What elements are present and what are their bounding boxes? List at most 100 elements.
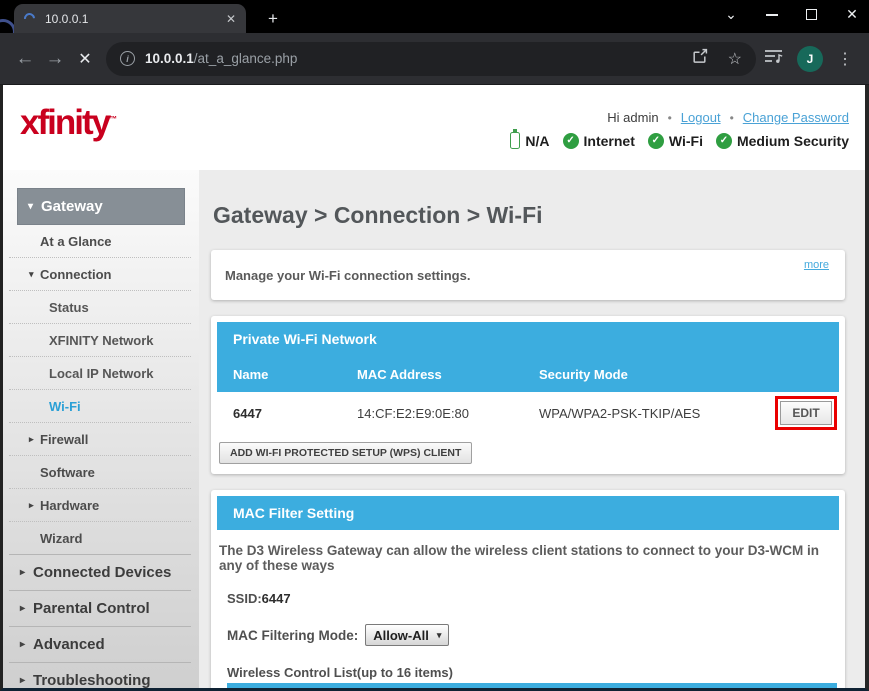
mac-filtering-mode-select[interactable]: Allow-All ▾ (365, 624, 450, 646)
sidebar-item-label: Firewall (40, 431, 89, 447)
private-wifi-title: Private Wi-Fi Network (233, 331, 377, 347)
sidebar-item-hardware[interactable]: ▸ Hardware (9, 489, 191, 522)
security-label: Medium Security (736, 132, 849, 149)
bullet-separator: • (667, 110, 672, 125)
mac-filter-title: MAC Filter Setting (217, 496, 839, 530)
chevron-down-icon: ▾ (29, 268, 34, 279)
sidebar-item-connected-devices[interactable]: ▸ Connected Devices (9, 555, 191, 591)
chevron-down-icon: ▾ (436, 629, 442, 640)
intro-card: Manage your Wi-Fi connection settings. m… (211, 250, 845, 300)
logout-link[interactable]: Logout (681, 110, 721, 125)
edit-button-highlight-box: EDIT (775, 396, 837, 430)
filtering-mode-label: MAC Filtering Mode: (227, 627, 359, 643)
chevron-right-icon: ▸ (20, 675, 26, 686)
back-icon[interactable]: ← (10, 48, 40, 70)
network-security-mode: WPA/WPA2-PSK-TKIP/AES (539, 405, 701, 421)
column-header-mac: MAC Address (357, 366, 442, 382)
more-link[interactable]: more (804, 259, 829, 271)
internet-status: ✓ Internet (562, 132, 635, 149)
site-info-icon[interactable]: i (120, 51, 135, 66)
sidebar-nav: ▾ Gateway At a Glance ▾ Connection Statu… (3, 170, 199, 688)
sidebar-item-label: Local IP Network (49, 365, 154, 381)
sidebar-item-label: Gateway (41, 198, 103, 215)
sidebar-item-wifi[interactable]: Wi-Fi (9, 390, 191, 423)
profile-avatar[interactable]: J (797, 45, 823, 72)
new-tab-button[interactable]: + (262, 8, 284, 30)
url-path: /at_a_glance.php (193, 51, 298, 66)
chevron-right-icon: ▸ (29, 499, 34, 510)
intro-text: Manage your Wi-Fi connection settings. (225, 267, 471, 283)
stop-loading-icon[interactable]: ✕ (70, 49, 100, 69)
greeting-text: Hi admin (607, 110, 659, 125)
sidebar-item-label: Parental Control (33, 600, 150, 617)
browser-tab[interactable]: 10.0.0.1 ✕ (14, 4, 246, 33)
column-header-name: Name (233, 366, 269, 382)
sidebar-item-software[interactable]: Software (9, 456, 191, 489)
sidebar-item-wizard[interactable]: Wizard (9, 522, 191, 555)
mac-filter-card: MAC Filter Setting The D3 Wireless Gatew… (211, 490, 845, 688)
breadcrumb: Gateway > Connection > Wi-Fi (213, 202, 543, 228)
check-circle-icon: ✓ (562, 132, 579, 149)
add-wps-client-button[interactable]: ADD WI-FI PROTECTED SETUP (WPS) CLIENT (219, 442, 473, 464)
url-host: 10.0.0.1 (145, 51, 194, 66)
close-window-button[interactable]: ✕ (845, 6, 859, 23)
forward-icon[interactable]: → (40, 48, 70, 70)
security-status: ✓ Medium Security (715, 132, 849, 149)
sidebar-item-label: XFINITY Network (49, 332, 154, 348)
sidebar-item-parental-control[interactable]: ▸ Parental Control (9, 591, 191, 627)
media-controls-icon[interactable] (764, 48, 783, 70)
address-bar[interactable]: i 10.0.0.1 /at_a_glance.php ☆ (106, 41, 756, 76)
ssid-line: SSID:6447 (227, 591, 839, 606)
battery-label: N/A (525, 132, 550, 149)
sidebar-item-label: At a Glance (40, 233, 112, 249)
internet-label: Internet (583, 132, 635, 149)
browser-menu-icon[interactable]: ⋮ (837, 49, 853, 69)
sidebar-item-label: Hardware (40, 497, 100, 513)
ssid-value: 6447 (261, 591, 291, 606)
sidebar-item-troubleshooting[interactable]: ▸ Troubleshooting (9, 663, 191, 688)
minimize-button[interactable] (766, 13, 778, 16)
sidebar-item-xfinity-network[interactable]: XFINITY Network (9, 324, 191, 357)
edit-button[interactable]: EDIT (780, 401, 832, 425)
sidebar-item-label: Advanced (33, 636, 105, 653)
tab-close-icon[interactable]: ✕ (226, 12, 236, 26)
sidebar-item-label: Software (40, 464, 95, 480)
main-content: Gateway > Connection > Wi-Fi Manage your… (199, 170, 865, 688)
page-viewport: xfinity™ Hi admin • Logout • Change Pass… (0, 85, 869, 691)
tab-loading-spinner-icon (21, 10, 38, 27)
sidebar-item-label: Connection (40, 266, 112, 282)
private-wifi-column-headers: Name MAC Address Security Mode (217, 356, 839, 392)
table-row: 6447 14:CF:E2:E9:0E:80 WPA/WPA2-PSK-TKIP… (217, 392, 839, 434)
sidebar-item-firewall[interactable]: ▸ Firewall (9, 423, 191, 456)
network-mac-address: 14:CF:E2:E9:0E:80 (357, 405, 470, 421)
chevron-right-icon: ▸ (20, 567, 26, 578)
sidebar-item-label: Wizard (40, 530, 83, 546)
sidebar-item-label: Status (49, 299, 89, 315)
chevron-down-icon: ▾ (28, 201, 34, 212)
logo-text: xfinity (20, 103, 111, 142)
sidebar-item-label: Troubleshooting (33, 672, 151, 688)
sidebar-item-advanced[interactable]: ▸ Advanced (9, 627, 191, 663)
ssid-label: SSID: (227, 591, 262, 606)
maximize-button[interactable] (806, 9, 817, 20)
selected-mode-value: Allow-All (373, 627, 429, 643)
sidebar-item-local-ip-network[interactable]: Local IP Network (9, 357, 191, 390)
change-password-link[interactable]: Change Password (743, 110, 849, 125)
sidebar-item-status[interactable]: Status (9, 291, 191, 324)
sidebar-item-connection[interactable]: ▾ Connection (9, 258, 191, 291)
bookmark-star-icon[interactable]: ☆ (728, 49, 742, 69)
wifi-status: ✓ Wi-Fi (647, 132, 703, 149)
site-header: xfinity™ Hi admin • Logout • Change Pass… (3, 85, 865, 170)
check-circle-icon: ✓ (715, 132, 732, 149)
sidebar-item-gateway[interactable]: ▾ Gateway (17, 188, 185, 225)
chevron-right-icon: ▸ (20, 639, 26, 650)
bullet-separator: • (729, 110, 734, 125)
share-icon[interactable] (691, 48, 708, 70)
battery-status: N/A (510, 129, 550, 149)
chevron-right-icon: ▸ (29, 433, 34, 444)
tab-search-chevron-icon[interactable]: ⌄ (724, 6, 738, 23)
sidebar-item-label: Connected Devices (33, 564, 172, 581)
sidebar-item-at-a-glance[interactable]: At a Glance (9, 225, 191, 258)
chevron-right-icon: ▸ (20, 603, 26, 614)
tab-title: 10.0.0.1 (45, 11, 89, 26)
